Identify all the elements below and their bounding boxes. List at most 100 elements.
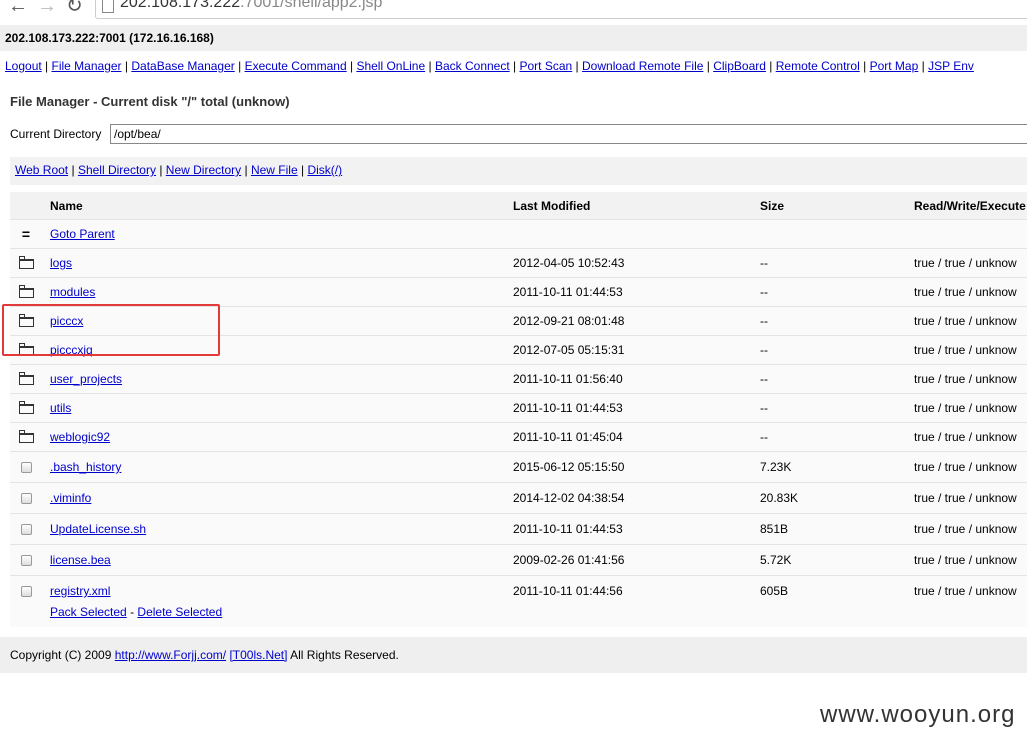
modified-cell: 2009-02-26 01:41:56 (513, 553, 625, 567)
quick-link-separator: | (159, 163, 163, 177)
menu-clipboard[interactable]: ClipBoard (713, 59, 766, 73)
select-checkbox[interactable] (20, 461, 32, 473)
file-row: license.bea 2009-02-26 01:41:56 5.72K true … (10, 545, 1027, 576)
modified-cell: 2011-10-11 01:44:53 (513, 401, 623, 415)
modified-cell: 2011-10-11 01:44:53 (513, 522, 623, 536)
main-menu: Logout | File Manager | DataBase Manager… (0, 56, 1027, 76)
directory-link[interactable]: logs (50, 256, 72, 270)
permissions-cell: true / true / unknow (914, 256, 1017, 270)
menu-back-connect[interactable]: Back Connect (435, 59, 510, 73)
file-link[interactable]: license.bea (50, 553, 111, 567)
current-directory-input[interactable] (110, 124, 1027, 144)
delete-selected-link[interactable]: Delete Selected (137, 605, 222, 619)
name-cell: UpdateLicense.sh (50, 514, 146, 544)
pack-selected-link[interactable]: Pack Selected (50, 605, 127, 619)
permissions-cell: true / true / unknow (914, 285, 1017, 299)
name-cell: modules (50, 278, 95, 306)
folder-icon (18, 430, 34, 443)
t00ls-link[interactable]: [T00ls.Net] (229, 648, 287, 662)
menu-separator: | (238, 59, 242, 73)
modified-cell: 2014-12-02 04:38:54 (513, 491, 625, 505)
directory-link[interactable]: weblogic92 (50, 430, 110, 444)
quick-link-shell-directory[interactable]: Shell Directory (78, 163, 156, 177)
back-arrow-icon[interactable]: ← (8, 0, 28, 16)
menu-port-scan[interactable]: Port Scan (520, 59, 573, 73)
name-cell: logs (50, 249, 72, 277)
quick-link-web-root[interactable]: Web Root (15, 163, 68, 177)
directory-link[interactable]: picccx (50, 314, 83, 328)
menu-database-manager[interactable]: DataBase Manager (131, 59, 234, 73)
folder-icon-cell (16, 336, 36, 364)
folder-icon (18, 401, 34, 414)
modified-cell: 2011-10-11 01:56:40 (513, 372, 623, 386)
menu-file-manager[interactable]: File Manager (52, 59, 122, 73)
directory-row: utils 2011-10-11 01:44:53 -- true / true / … (10, 394, 1027, 423)
parent-icon: = (21, 226, 31, 242)
directory-row: picccxjq 2012-07-05 05:15:31 -- true / true… (10, 336, 1027, 365)
directory-row: picccx 2012-09-21 08:01:48 -- true / true /… (10, 307, 1027, 336)
folder-icon (18, 314, 34, 327)
folder-icon (18, 343, 34, 356)
directory-row: logs 2012-04-05 10:52:43 -- true / true / u… (10, 249, 1027, 278)
permissions-cell: true / true / unknow (914, 343, 1017, 357)
modified-cell: 2015-06-12 05:15:50 (513, 460, 625, 474)
column-size: Size (760, 198, 785, 213)
menu-jsp-env[interactable]: JSP Env (928, 59, 974, 73)
name-cell: .viminfo (50, 483, 91, 513)
column-name: Name (50, 198, 83, 213)
copyright-text: Copyright (C) 2009 (10, 648, 112, 662)
name-cell: picccx (50, 307, 83, 335)
select-checkbox-cell (16, 452, 36, 482)
select-checkbox[interactable] (20, 523, 32, 535)
select-checkbox[interactable] (20, 554, 32, 566)
file-row: .viminfo 2014-12-02 04:38:54 20.83K true / … (10, 483, 1027, 514)
quick-link-separator: | (301, 163, 305, 177)
menu-port-map[interactable]: Port Map (870, 59, 919, 73)
forjj-link[interactable]: http://www.Forjj.com/ (115, 648, 226, 662)
file-link[interactable]: registry.xml (50, 584, 110, 598)
address-text[interactable]: 202.108.173.222:7001/shell/app2.jsp (120, 0, 382, 12)
file-link[interactable]: .bash_history (50, 460, 121, 474)
directory-link[interactable]: utils (50, 401, 71, 415)
menu-download-remote-file[interactable]: Download Remote File (582, 59, 703, 73)
modified-cell: 2012-04-05 10:52:43 (513, 256, 625, 270)
file-table: Name Last Modified Size Read/Write/Execu… (10, 192, 1027, 607)
quick-link-new-file[interactable]: New File (251, 163, 298, 177)
column-rwx: Read/Write/Execute (914, 198, 1026, 213)
menu-remote-control[interactable]: Remote Control (776, 59, 860, 73)
select-checkbox[interactable] (20, 585, 32, 597)
menu-separator: | (575, 59, 579, 73)
permissions-cell: true / true / unknow (914, 522, 1017, 536)
menu-logout[interactable]: Logout (5, 59, 42, 73)
directory-link[interactable]: user_projects (50, 372, 122, 386)
directory-link[interactable]: picccxjq (50, 343, 93, 357)
file-row: .bash_history 2015-06-12 05:15:50 7.23K tru… (10, 452, 1027, 483)
menu-separator: | (706, 59, 710, 73)
permissions-cell: true / true / unknow (914, 460, 1017, 474)
address-bar[interactable]: 202.108.173.222:7001/shell/app2.jsp (95, 0, 1027, 19)
name-cell: .bash_history (50, 452, 121, 482)
select-checkbox[interactable] (20, 492, 32, 504)
modified-cell: 2011-10-11 01:45:04 (513, 430, 623, 444)
folder-icon (18, 372, 34, 385)
directory-row: modules 2011-10-11 01:44:53 -- true / true … (10, 278, 1027, 307)
menu-execute-command[interactable]: Execute Command (245, 59, 347, 73)
folder-icon-cell (16, 423, 36, 451)
folder-icon-cell (16, 365, 36, 393)
menu-separator: | (863, 59, 867, 73)
file-link[interactable]: UpdateLicense.sh (50, 522, 146, 536)
quick-link-new-directory[interactable]: New Directory (166, 163, 241, 177)
menu-shell-online[interactable]: Shell OnLine (356, 59, 425, 73)
file-link[interactable]: .viminfo (50, 491, 91, 505)
directory-row: weblogic92 2011-10-11 01:45:04 -- true / tr… (10, 423, 1027, 452)
actions-separator: - (130, 605, 135, 619)
goto-parent-link[interactable]: Goto Parent (50, 227, 115, 241)
current-directory-label: Current Directory (10, 127, 102, 141)
quick-link-disk[interactable]: Disk(/) (307, 163, 342, 177)
name-cell: weblogic92 (50, 423, 110, 451)
column-modified: Last Modified (513, 198, 591, 213)
reload-icon[interactable]: ↻ (66, 0, 83, 16)
forward-arrow-icon[interactable]: → (37, 0, 57, 16)
size-cell: 7.23K (760, 460, 792, 474)
directory-link[interactable]: modules (50, 285, 95, 299)
